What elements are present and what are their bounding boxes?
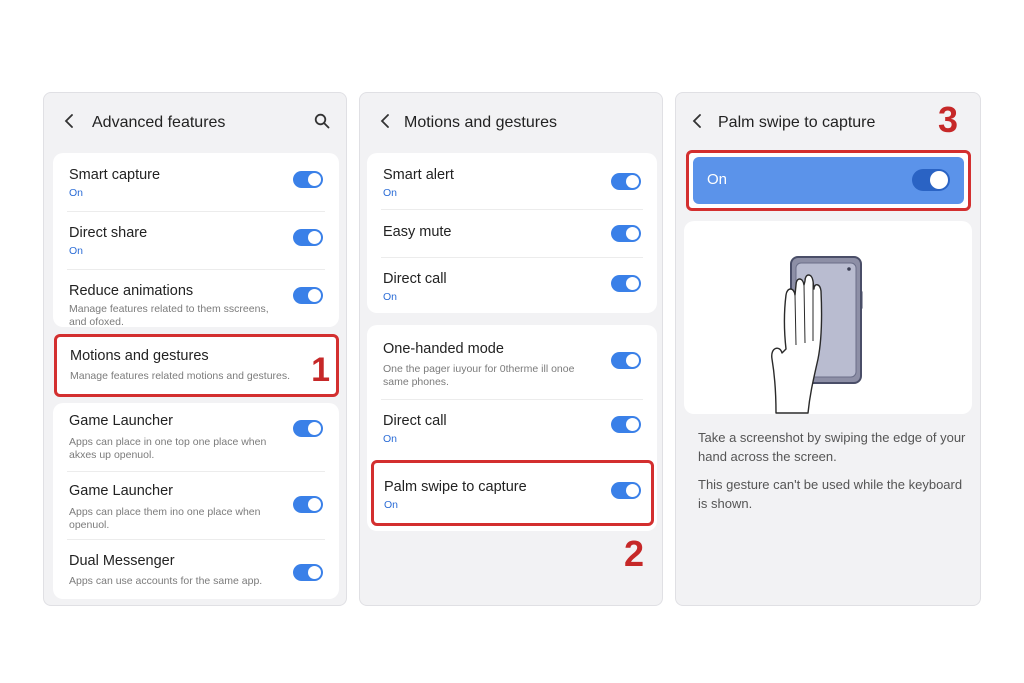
setting-title: Direct share [69, 225, 148, 241]
setting-subtitle: Apps can use accounts for the same app. [69, 575, 263, 587]
app-bar: Advanced features [44, 107, 346, 137]
setting-subtitle: Apps can place in one top one place when… [69, 436, 267, 461]
setting-smart-capture[interactable]: Smart capture On [53, 153, 339, 211]
toggle-switch[interactable] [293, 287, 323, 304]
page-title: Advanced features [92, 114, 226, 131]
toggle-switch[interactable] [611, 416, 641, 433]
setting-dual-messenger[interactable]: Dual Messenger Apps can use accounts for… [53, 539, 339, 599]
setting-game-launcher[interactable]: Game Launcher Apps can place in one top … [53, 403, 339, 471]
toggle-switch[interactable] [611, 275, 641, 292]
description-text: Take a screenshot by swiping the edge of… [698, 430, 966, 464]
setting-title: Game Launcher [69, 413, 173, 429]
setting-subtitle: Manage features related to them sscreens… [69, 303, 269, 328]
setting-title: Easy mute [383, 224, 452, 240]
toggle-label: On [707, 171, 728, 188]
setting-status: On [383, 187, 398, 199]
setting-status: On [69, 245, 84, 257]
toggle-switch[interactable] [611, 173, 641, 190]
setting-status: On [69, 187, 84, 199]
toggle-switch[interactable] [611, 352, 641, 369]
settings-group: Smart capture On Direct share On Reduce … [53, 153, 339, 328]
note-text: This gesture can't be used while the key… [698, 477, 963, 511]
toggle-switch[interactable] [611, 482, 641, 499]
screenshot-collage: Advanced features Smart capture On Direc… [0, 0, 1024, 683]
main-toggle-bar[interactable]: On [693, 157, 964, 204]
highlight-main-toggle[interactable]: On [686, 150, 971, 211]
advanced-features-screen: Advanced features Smart capture On Direc… [43, 92, 347, 606]
setting-subtitle: One the pager iuyour for 0therme ill ono… [383, 363, 575, 388]
setting-title: Motions and gestures [70, 348, 209, 364]
toggle-switch[interactable] [912, 169, 950, 191]
highlight-motions-and-gestures[interactable]: Motions and gestures Manage features rel… [54, 334, 339, 397]
settings-group: Smart alert On Easy mute Direct call On [367, 153, 657, 313]
toggle-switch[interactable] [293, 171, 323, 188]
toggle-switch[interactable] [293, 564, 323, 581]
toggle-switch[interactable] [293, 496, 323, 513]
setting-direct-share[interactable]: Direct share On [53, 211, 339, 269]
setting-title: Smart capture [69, 167, 161, 183]
step-number: 3 [938, 99, 959, 140]
setting-subtitle: Apps can place them ino one place when o… [69, 506, 261, 531]
setting-direct-call-2[interactable]: Direct call On [367, 399, 657, 459]
palm-swipe-to-capture-screen: Palm swipe to capture 3 On Take a screen… [675, 92, 981, 606]
app-bar: Palm swipe to capture [676, 107, 980, 137]
toggle-switch[interactable] [293, 229, 323, 246]
step-number: 2 [624, 533, 645, 574]
toggle-switch[interactable] [611, 225, 641, 242]
setting-palm-swipe-to-capture[interactable]: Palm swipe to capture On [374, 463, 651, 523]
setting-easy-mute[interactable]: Easy mute [367, 209, 657, 257]
setting-status: On [383, 433, 398, 445]
toggle-switch[interactable] [293, 420, 323, 437]
setting-title: Palm swipe to capture [384, 479, 527, 495]
setting-one-handed-mode[interactable]: One-handed mode One the pager iuyour for… [367, 325, 657, 399]
step-number: 1 [311, 351, 330, 389]
back-icon[interactable] [690, 112, 704, 130]
illustration-card [684, 221, 972, 414]
page-title: Motions and gestures [404, 114, 557, 131]
setting-direct-call[interactable]: Direct call On [367, 257, 657, 313]
setting-reduce-animations[interactable]: Reduce animations Manage features relate… [53, 269, 339, 328]
setting-game-launcher-2[interactable]: Game Launcher Apps can place them ino on… [53, 471, 339, 539]
search-icon[interactable] [314, 113, 330, 129]
setting-status: On [384, 499, 399, 511]
motions-and-gestures-screen: Motions and gestures Smart alert On Easy… [359, 92, 663, 606]
palm-swipe-illustration [771, 256, 863, 414]
setting-title: Direct call [383, 413, 447, 429]
setting-title: Game Launcher [69, 483, 173, 499]
setting-title: Direct call [383, 271, 447, 287]
app-bar: Motions and gestures [360, 107, 662, 137]
setting-status: On [383, 291, 398, 303]
highlight-palm-swipe-to-capture[interactable]: Palm swipe to capture On [371, 460, 654, 526]
page-title: Palm swipe to capture [718, 114, 876, 131]
back-icon[interactable] [62, 112, 76, 130]
setting-motions-and-gestures[interactable]: Motions and gestures Manage features rel… [57, 337, 336, 394]
settings-group: Game Launcher Apps can place in one top … [53, 403, 339, 599]
setting-title: One-handed mode [383, 341, 504, 357]
setting-title: Smart alert [383, 167, 454, 183]
setting-smart-alert[interactable]: Smart alert On [367, 153, 657, 209]
setting-title: Dual Messenger [69, 553, 175, 569]
back-icon[interactable] [378, 112, 392, 130]
setting-subtitle: Manage features related motions and gest… [70, 370, 291, 382]
setting-title: Reduce animations [69, 283, 194, 299]
